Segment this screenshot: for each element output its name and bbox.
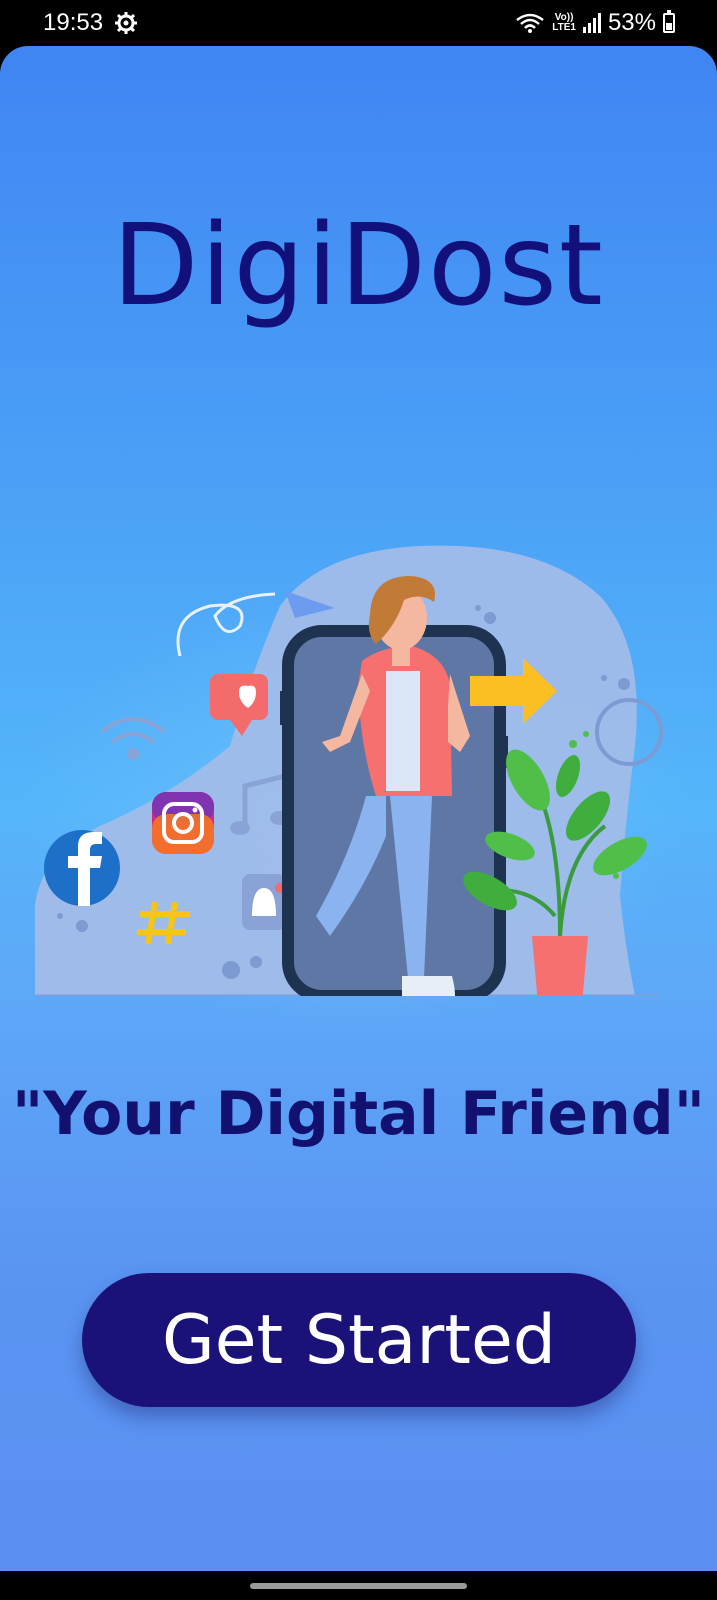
settings-gear-icon bbox=[115, 12, 137, 34]
get-started-button[interactable]: Get Started bbox=[82, 1273, 636, 1407]
wifi-icon bbox=[516, 13, 544, 33]
home-indicator[interactable] bbox=[250, 1583, 467, 1589]
welcome-illustration bbox=[35, 545, 663, 996]
signal-icon bbox=[582, 13, 601, 33]
app-tagline: "Your Digital Friend" bbox=[11, 1079, 706, 1149]
wifi-decor-icon bbox=[100, 717, 166, 760]
facebook-icon bbox=[44, 830, 120, 906]
lte-label: LTE1 bbox=[552, 22, 576, 33]
battery-icon bbox=[663, 10, 675, 33]
status-bar: 19:53 Vo)) LTE1 53% bbox=[0, 0, 717, 46]
instagram-icon bbox=[152, 792, 214, 854]
status-time: 19:53 bbox=[43, 9, 104, 36]
app-screen: DigiDost "Your Digital Friend" Get Start… bbox=[0, 46, 717, 1571]
app-title: DigiDost bbox=[112, 201, 605, 331]
volte-lte-indicator: Vo)) LTE1 bbox=[552, 13, 576, 33]
battery-percent: 53% bbox=[607, 9, 656, 36]
